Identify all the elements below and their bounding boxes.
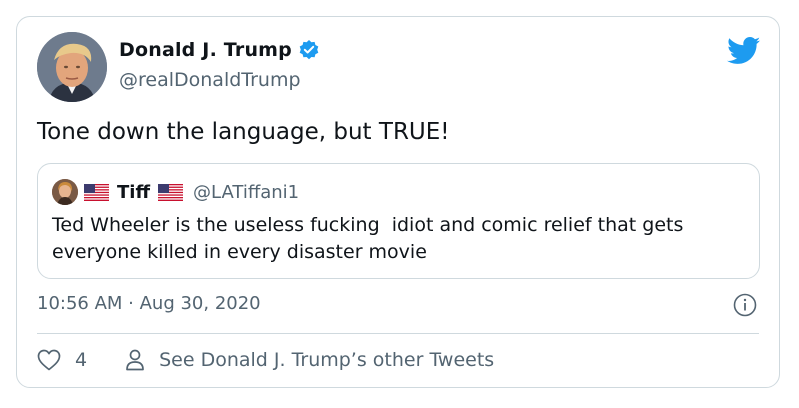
twitter-bird-icon[interactable] xyxy=(727,37,761,65)
tweet-timestamp[interactable]: 10:56 AM · Aug 30, 2020 xyxy=(37,293,261,314)
quoted-tweet[interactable]: Tiff @LATiffani1 Ted Wheeler is the usel… xyxy=(37,163,760,279)
divider xyxy=(37,333,759,334)
quoted-tweet-text: Ted Wheeler is the useless fucking idiot… xyxy=(52,214,690,263)
verified-badge-icon xyxy=(298,39,320,61)
us-flag-icon xyxy=(158,183,184,201)
heart-icon[interactable] xyxy=(37,349,61,371)
author-handle[interactable]: @realDonaldTrump xyxy=(119,69,301,91)
tweet-card: Donald J. Trump @realDonaldTrump Tone do… xyxy=(16,16,780,388)
person-icon[interactable] xyxy=(125,349,145,371)
info-icon[interactable] xyxy=(733,293,757,317)
quoted-tweet-header: Tiff @LATiffani1 xyxy=(52,178,299,206)
author-avatar[interactable] xyxy=(37,32,107,102)
quoted-author-handle: @LATiffani1 xyxy=(193,181,300,203)
other-tweets-link[interactable]: See Donald J. Trump’s other Tweets xyxy=(159,349,494,371)
quoted-author-avatar xyxy=(52,179,78,205)
author-name[interactable]: Donald J. Trump xyxy=(119,39,292,61)
like-count: 4 xyxy=(75,349,88,371)
tweet-text: Tone down the language, but TRUE! xyxy=(37,119,450,145)
us-flag-icon xyxy=(84,183,109,201)
quoted-author-name: Tiff xyxy=(117,181,151,203)
tweet-actions: 4 See Donald J. Trump’s other Tweets xyxy=(37,349,494,371)
author-name-row: Donald J. Trump xyxy=(119,39,320,61)
